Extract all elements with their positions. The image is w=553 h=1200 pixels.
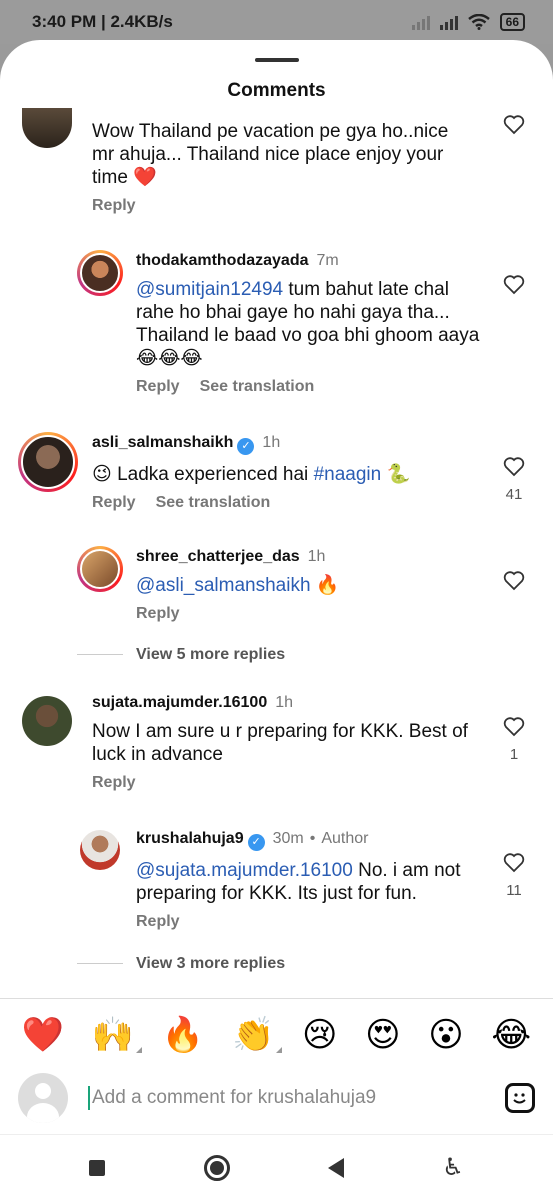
avatar[interactable] [77, 250, 123, 296]
verified-badge-icon: ✓ [237, 438, 255, 455]
user-avatar-icon [18, 1073, 68, 1123]
comment: shree_chatterjee_das 1h @asli_salmanshaik… [136, 548, 481, 623]
sticker-icon[interactable] [505, 1083, 535, 1113]
username[interactable]: asli_salmanshaikh [92, 434, 233, 451]
view-more-replies-button[interactable]: View 3 more replies [136, 955, 285, 973]
heart-icon[interactable] [502, 272, 526, 296]
reply-button[interactable]: Reply [92, 197, 136, 214]
drag-handle[interactable] [254, 58, 299, 62]
reply-button[interactable]: Reply [92, 774, 136, 791]
comment: krushalahuja9 ✓ 30m • Author @sujata.majumde… [136, 830, 461, 930]
comment-time: 7m [316, 252, 339, 269]
avatar[interactable] [77, 546, 123, 592]
like-count: 1 [509, 746, 519, 763]
comment-text: Wow Thailand pe vacation pe gya ho..nice… [92, 121, 449, 188]
status-icons: 66 [411, 13, 525, 31]
see-translation-button[interactable]: See translation [156, 494, 271, 511]
like-count: 41 [505, 486, 523, 503]
wifi-icon [467, 14, 490, 30]
home-icon[interactable] [203, 1154, 230, 1181]
mention-link[interactable]: @sumitjain12494 [136, 279, 283, 300]
emoji-heart-eyes[interactable]: 😍 [365, 1015, 400, 1055]
battery-icon: 66 [499, 13, 525, 31]
comment-input-row: Add a comment for krushalahuja9 [0, 1064, 553, 1132]
view-more-replies-button[interactable]: View 5 more replies [136, 646, 285, 664]
emoji-reaction-bar: ❤️ 🙌 🔥 👏 😢 😍 😮 😂 [0, 998, 553, 1070]
username[interactable]: shree_chatterjee_das [136, 548, 300, 565]
status-time: 3:40 PM | 2.4KB/s [32, 12, 173, 31]
reply-button[interactable]: Reply [136, 378, 180, 395]
comment-text: Now I am sure u r preparing for KKK. Bes… [92, 721, 468, 765]
reply-button[interactable]: Reply [136, 605, 180, 622]
comment-text: 😉 Ladka experienced hai [92, 464, 314, 485]
comment-time: 1h [275, 694, 294, 711]
comment-time: 1h [307, 548, 326, 565]
comment: sujata.majumder.16100 1h Now I am sure u … [92, 694, 482, 792]
reply-button[interactable]: Reply [92, 494, 136, 511]
avatar[interactable] [80, 830, 120, 870]
heart-icon[interactable] [502, 568, 526, 592]
emoji-tears-of-joy[interactable]: 😂 [491, 1015, 531, 1055]
divider [77, 654, 123, 655]
emoji-clapping-hands[interactable]: 👏 [232, 1015, 283, 1055]
comment-emoji: 🐍 [381, 464, 411, 485]
avatar[interactable] [18, 432, 78, 492]
reply-button[interactable]: Reply [136, 913, 180, 930]
mention-link[interactable]: @asli_salmanshaikh [136, 575, 311, 596]
hashtag-link[interactable]: #naagin [314, 464, 382, 485]
back-icon[interactable] [327, 1157, 344, 1178]
author-label: Author [321, 830, 369, 847]
heart-icon[interactable] [502, 850, 526, 874]
username[interactable]: thodakamthodazayada [136, 252, 308, 269]
avatar[interactable] [22, 696, 72, 746]
heart-icon[interactable] [502, 454, 526, 478]
see-translation-button[interactable]: See translation [200, 378, 315, 395]
signal-icon-2 [439, 14, 458, 30]
heart-icon[interactable] [502, 112, 526, 136]
comment: thodakamthodazayada 7m @sumitjain12494 tu… [136, 252, 481, 396]
like-count: 11 [506, 882, 522, 899]
emoji-fire[interactable]: 🔥 [162, 1015, 204, 1055]
divider [77, 963, 123, 964]
accessibility-icon[interactable]: ♿ [442, 1153, 464, 1182]
emoji-red-heart[interactable]: ❤️ [22, 1015, 64, 1055]
emoji-surprised-face[interactable]: 😮 [428, 1015, 463, 1055]
avatar[interactable] [22, 108, 72, 148]
comment: Wow Thailand pe vacation pe gya ho..nice… [92, 120, 472, 215]
comment-input[interactable]: Add a comment for krushalahuja9 [88, 1086, 505, 1110]
comment-emoji: 🔥 [310, 575, 340, 596]
mention-link[interactable]: @sujata.majumder.16100 [136, 860, 353, 881]
heart-icon[interactable] [502, 714, 526, 738]
sheet-title: Comments [227, 80, 326, 101]
recent-apps-icon[interactable] [89, 1159, 106, 1176]
emoji-raising-hands[interactable]: 🙌 [92, 1015, 143, 1055]
comments-sheet: Comments Wow Thailand pe vacation pe gya… [0, 40, 553, 1200]
comment: asli_salmanshaikh ✓ 1h 😉 Ladka experienced… [92, 434, 482, 512]
emoji-crying-face[interactable]: 😢 [302, 1015, 337, 1055]
status-bar: 3:40 PM | 2.4KB/s 66 [0, 0, 553, 44]
username[interactable]: krushalahuja9 [136, 830, 244, 847]
signal-icon [411, 14, 430, 30]
verified-badge-icon: ✓ [247, 834, 265, 851]
username[interactable]: sujata.majumder.16100 [92, 694, 267, 711]
comment-time: 1h [262, 434, 281, 451]
comment-time: 30m [272, 830, 304, 847]
system-nav-bar: ♿ [0, 1134, 553, 1200]
